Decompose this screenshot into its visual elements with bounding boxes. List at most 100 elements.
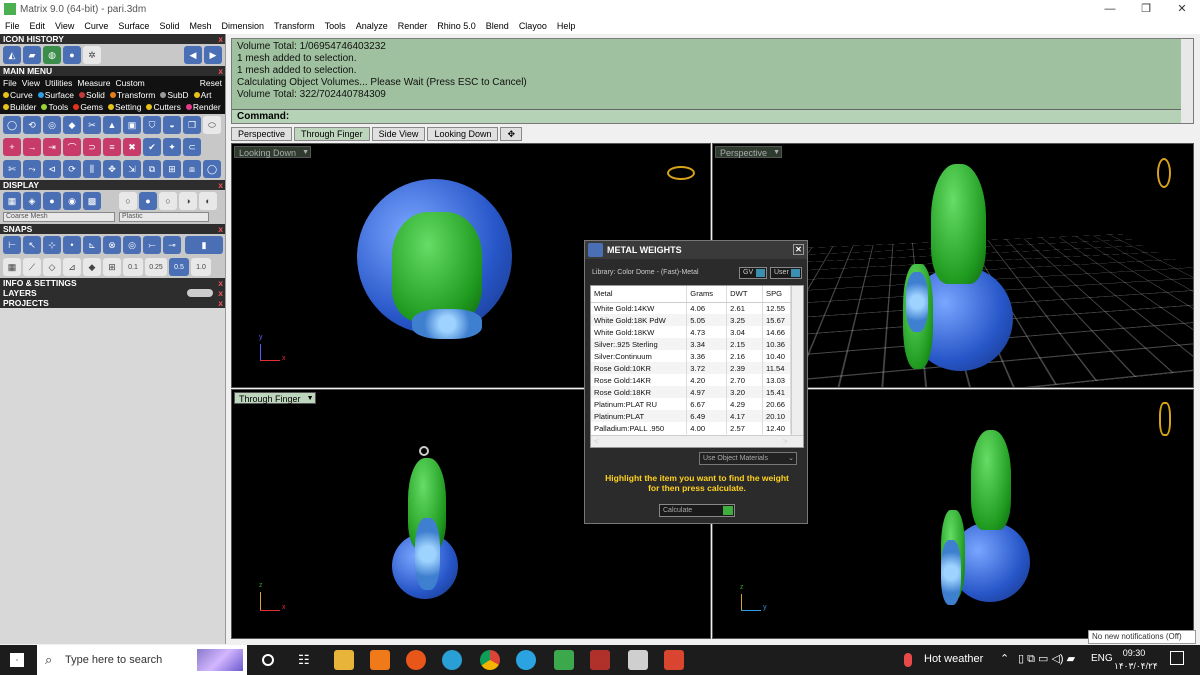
main-menu-gems[interactable]: Gems (73, 101, 103, 113)
main-menu-art[interactable]: Art (193, 89, 211, 101)
main-menu-header[interactable]: MAIN MENU x (0, 66, 225, 76)
arrow-right-icon[interactable]: → (23, 138, 41, 156)
snap-mid-icon[interactable]: • (63, 236, 81, 254)
scale-icon[interactable]: ⇲ (123, 160, 141, 178)
menu-tools[interactable]: Tools (320, 18, 351, 34)
chevron-up-icon[interactable]: ⌃ (1000, 652, 1009, 665)
snap-point-icon[interactable]: ⊹ (43, 236, 61, 254)
menu-dimension[interactable]: Dimension (216, 18, 269, 34)
table-row[interactable]: Platinum:PLAT RU 6.67 4.29 20.66 (591, 398, 791, 410)
scroll-right-icon[interactable]: > (783, 436, 788, 447)
column-header-dwt[interactable]: DWT (726, 286, 764, 303)
cs-icon[interactable]: ≡ (103, 138, 121, 156)
column-header-spg[interactable]: SPG (762, 286, 791, 303)
diamond-icon[interactable]: ◆ (63, 116, 81, 134)
matrix-app-icon[interactable] (554, 650, 574, 670)
curve-join-icon[interactable]: ⊃ (83, 138, 101, 156)
arrow-right-icon[interactable]: ▶ (204, 46, 222, 64)
gear-app-icon[interactable] (406, 650, 426, 670)
close-icon[interactable]: x (218, 278, 223, 288)
open-folder-icon[interactable]: ▰ (23, 46, 41, 64)
table-row[interactable]: Silver:Continuum 3.36 2.16 10.40 (591, 350, 791, 362)
pyramid-icon[interactable]: ▲ (103, 116, 121, 134)
search-app-icon[interactable] (370, 650, 390, 670)
arc-icon[interactable]: ⌒ (63, 138, 81, 156)
snap-value-2[interactable]: 0.5 (169, 258, 189, 276)
main-menu-view[interactable]: View (22, 77, 40, 89)
material-select[interactable]: Plastic (119, 212, 209, 222)
plus-icon[interactable]: + (3, 138, 21, 156)
circle-icon[interactable]: ◯ (3, 116, 21, 134)
viewport-label[interactable]: Perspective ▼ (715, 146, 783, 158)
move-icon[interactable]: ⇥ (43, 138, 61, 156)
eye-icon[interactable] (187, 289, 213, 297)
chrome-icon[interactable] (480, 650, 500, 670)
menu-view[interactable]: View (50, 18, 79, 34)
tab-perspective[interactable]: Perspective (231, 127, 293, 141)
column-header-grams[interactable]: Grams (686, 286, 728, 303)
lasso-icon[interactable]: ⟲ (23, 116, 41, 134)
globe-icon[interactable]: ◍ (43, 46, 61, 64)
shaded-icon[interactable]: ● (43, 192, 61, 210)
gear-tool-icon[interactable]: ✲ (83, 46, 101, 64)
main-menu-solid[interactable]: Solid (78, 89, 105, 101)
material-blue-icon[interactable]: ● (139, 192, 157, 210)
tab-through-finger[interactable]: Through Finger (294, 127, 370, 141)
close-icon[interactable]: x (218, 288, 223, 298)
snap-toggle-icon[interactable]: ▮ (185, 236, 223, 254)
snap-value-3[interactable]: 1.0 (191, 258, 211, 276)
shield-icon[interactable]: ⛉ (143, 116, 161, 134)
language-indicator[interactable]: ENG (1091, 653, 1113, 664)
menu-solid[interactable]: Solid (154, 18, 184, 34)
column-header-metal[interactable]: Metal (591, 286, 688, 303)
ring-icon[interactable] (667, 166, 695, 180)
calculate-button[interactable]: Calculate (659, 504, 735, 517)
close-icon[interactable]: x (218, 224, 223, 234)
menu-render[interactable]: Render (393, 18, 433, 34)
file-explorer-icon[interactable] (334, 650, 354, 670)
elevator-icon[interactable]: ◆ (83, 258, 101, 276)
windows-start-icon[interactable] (10, 653, 24, 667)
menu-surface[interactable]: Surface (113, 18, 154, 34)
magnet-icon[interactable]: ⊂ (183, 138, 201, 156)
table-row[interactable]: Rose Gold:10KR 3.72 2.39 11.54 (591, 362, 791, 374)
telegram-icon[interactable] (516, 650, 536, 670)
edge-icon[interactable] (442, 650, 462, 670)
table-row[interactable]: White Gold:18K PdW 5.05 3.25 15.67 (591, 314, 791, 326)
extend-icon[interactable]: ⤳ (23, 160, 41, 178)
close-icon[interactable]: x (218, 34, 223, 44)
command-input[interactable]: Command: (232, 109, 1182, 123)
minimize-button[interactable]: — (1092, 0, 1128, 18)
task-view-icon[interactable] (262, 654, 274, 666)
menu-mesh[interactable]: Mesh (184, 18, 216, 34)
table-row[interactable]: White Gold:18KW 4.73 3.04 14.66 (591, 326, 791, 338)
table-vertical-scrollbar[interactable] (791, 286, 803, 436)
table-row[interactable]: Rose Gold:14KR 4.20 2.70 13.03 (591, 374, 791, 386)
snap-perp-icon[interactable]: ◎ (123, 236, 141, 254)
wand-icon[interactable]: ✦ (163, 138, 181, 156)
scroll-left-icon[interactable]: < (594, 436, 599, 447)
snap-int-icon[interactable]: ⊗ (103, 236, 121, 254)
clock-time[interactable]: 09:30 (1114, 648, 1154, 658)
ghost-icon[interactable]: ◈ (23, 192, 41, 210)
grid-snap-icon[interactable]: ▦ (3, 258, 21, 276)
project-icon[interactable]: ⊿ (63, 258, 81, 276)
array-icon[interactable]: ⊞ (163, 160, 181, 178)
arrow-left-icon[interactable]: ◀ (184, 46, 202, 64)
close-icon[interactable]: ✕ (793, 244, 804, 255)
grid-icon[interactable]: ⊞ (103, 258, 121, 276)
dialog-title[interactable]: METAL WEIGHTS ✕ (585, 241, 807, 259)
snap-center-icon[interactable]: ⊾ (83, 236, 101, 254)
viewport-label[interactable]: Looking Down ▼ (234, 146, 312, 158)
frame-icon[interactable]: ▣ (123, 116, 141, 134)
thermometer-icon[interactable] (904, 653, 912, 667)
material-sphere-icon[interactable]: ○ (119, 192, 137, 210)
use-object-materials-select[interactable]: Use Object Materials ⌄ (699, 452, 797, 465)
main-menu-builder[interactable]: Builder (3, 101, 36, 113)
main-menu-utilities[interactable]: Utilities (45, 77, 72, 89)
table-row[interactable]: Rose Gold:18KR 4.97 3.20 15.41 (591, 386, 791, 398)
mesh-quality-select[interactable]: Coarse Mesh (3, 212, 115, 222)
viewport-label[interactable]: Through Finger ▼ (234, 392, 316, 404)
table-row[interactable]: Platinum:PLAT 6.49 4.17 20.10 (591, 410, 791, 422)
wireframe-icon[interactable]: ▦ (3, 192, 21, 210)
